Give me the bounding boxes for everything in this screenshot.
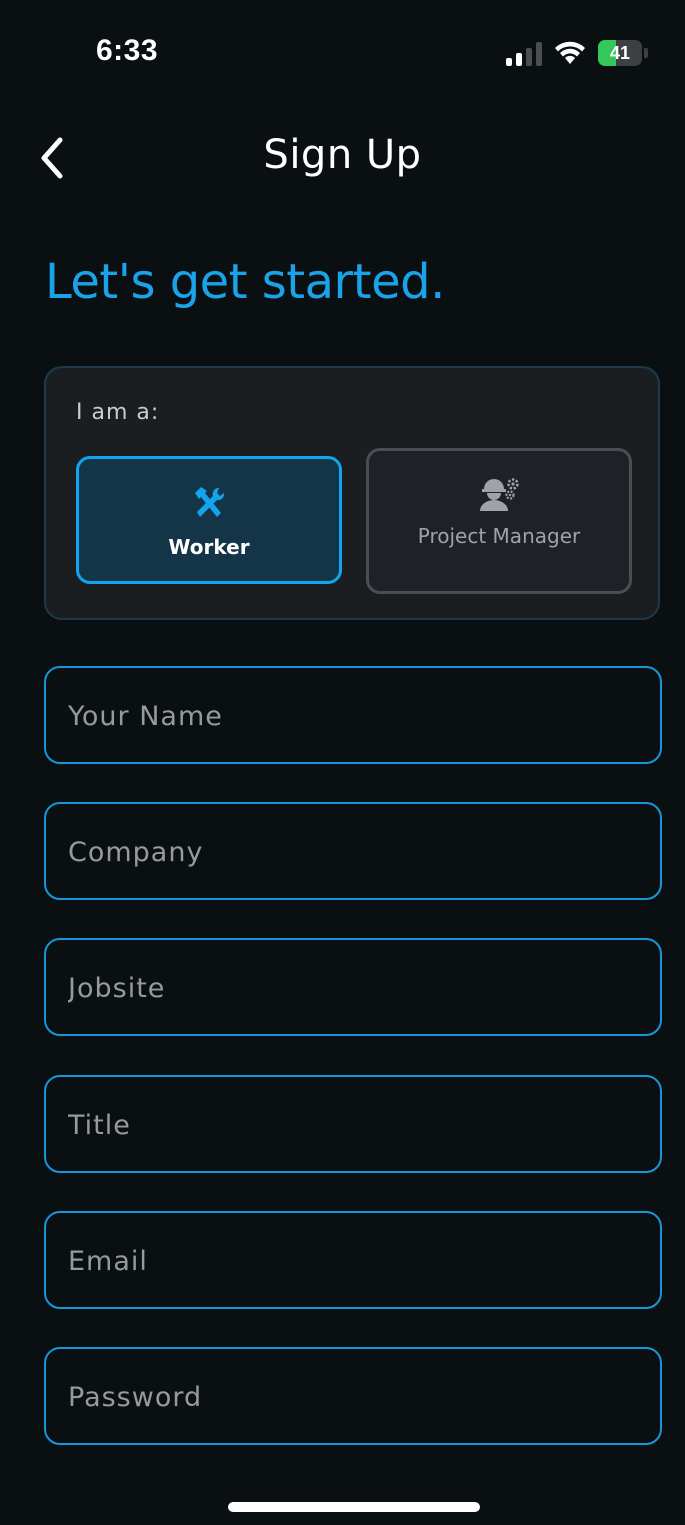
- company-input[interactable]: [66, 804, 640, 900]
- battery-body: 41: [598, 40, 642, 66]
- role-selector-card: I am a: Worker Project Manager: [44, 366, 660, 620]
- jobsite-input[interactable]: [66, 940, 640, 1036]
- name-field[interactable]: [44, 666, 662, 764]
- role-prompt: I am a:: [76, 400, 160, 425]
- tools-icon: [195, 487, 225, 517]
- jobsite-field[interactable]: [44, 938, 662, 1036]
- battery-level: 41: [609, 43, 631, 63]
- title-field[interactable]: [44, 1075, 662, 1173]
- password-input[interactable]: [66, 1349, 640, 1445]
- role-label-project-manager: Project Manager: [417, 524, 581, 548]
- signal-icon: [506, 42, 542, 66]
- status-time: 6:33: [96, 34, 159, 67]
- email-field[interactable]: [44, 1211, 662, 1309]
- role-label-worker: Worker: [168, 535, 250, 559]
- role-option-worker[interactable]: Worker: [76, 456, 342, 584]
- battery-icon: 41: [598, 40, 648, 66]
- email-input[interactable]: [66, 1213, 640, 1309]
- password-field[interactable]: [44, 1347, 662, 1445]
- title-input[interactable]: [66, 1077, 640, 1173]
- battery-cap: [644, 48, 648, 58]
- wifi-icon: [555, 41, 585, 64]
- role-option-project-manager[interactable]: Project Manager: [366, 448, 632, 594]
- headline: Let's get started.: [45, 254, 445, 310]
- name-input[interactable]: [66, 668, 640, 764]
- page-title: Sign Up: [263, 132, 422, 178]
- home-indicator[interactable]: [228, 1502, 480, 1512]
- company-field[interactable]: [44, 802, 662, 900]
- manager-gear-icon: [480, 478, 519, 511]
